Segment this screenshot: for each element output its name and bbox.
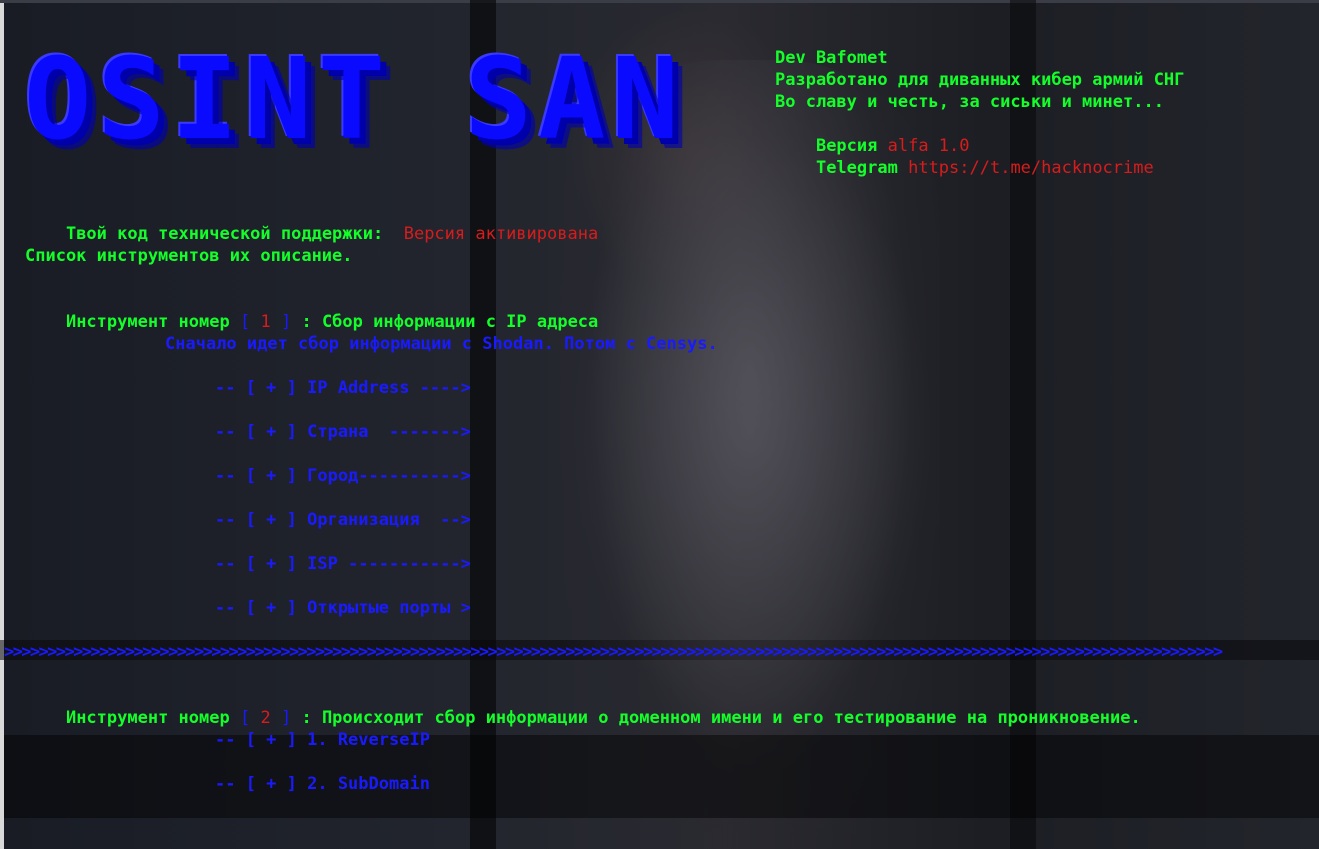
app-logo: OSINT SAN <box>24 35 685 165</box>
tool-2-item: -- [ + ] 2. SubDomain <box>215 774 430 794</box>
tool-1-item: -- [ + ] IP Address ----> <box>215 378 471 398</box>
tools-list-heading: Список инструментов их описание. <box>25 246 353 266</box>
telegram-line: Telegram https://t.me/hacknocrime <box>775 135 1154 201</box>
bracket-open: [ <box>239 708 251 728</box>
separator-line: >>>>>>>>>>>>>>>>>>>>>>>>>>>>>>>>>>>>>>>>… <box>4 642 1223 662</box>
tool-1-item: -- [ + ] Город----------> <box>215 466 471 486</box>
tool-prefix: Инструмент номер <box>65 708 230 728</box>
tool-number: 1 <box>260 312 271 332</box>
support-code-value: Версия активирована <box>403 224 599 244</box>
bracket-close: ] <box>280 312 292 332</box>
tool-2-header: Инструмент номер [ 2 ] : Происходит сбор… <box>25 685 1141 751</box>
telegram-link[interactable]: https://t.me/hacknocrime <box>908 158 1154 178</box>
tool-number: 2 <box>260 708 271 728</box>
terminal-window: OSINT SAN Dev Bafomet Разработано для ди… <box>0 0 1319 849</box>
bracket-close: ] <box>280 708 292 728</box>
tool-1-item: -- [ + ] Страна -------> <box>215 422 471 442</box>
tool-1-item: -- [ + ] Открытые порты > <box>215 598 471 618</box>
support-code-label: Твой код технической поддержки: <box>65 224 384 244</box>
background-window-frame-left <box>0 0 4 849</box>
telegram-label: Telegram <box>815 158 898 178</box>
glory-text: Во славу и честь, за сиськи и минет... <box>775 92 1164 112</box>
tool-description: : Сбор информации с IP адреса <box>301 312 599 332</box>
bracket-open: [ <box>239 312 251 332</box>
tool-1-item: -- [ + ] Организация --> <box>215 510 471 530</box>
developed-for-text: Разработано для диванных кибер армий СНГ <box>775 70 1185 90</box>
tool-prefix: Инструмент номер <box>65 312 230 332</box>
dev-credit: Dev Bafomet <box>775 48 888 68</box>
tool-1-item: -- [ + ] ISP -----------> <box>215 554 471 574</box>
tool-2-item: -- [ + ] 1. ReverseIP <box>215 730 430 750</box>
tool-description: : Происходит сбор информации о доменном … <box>301 708 1141 728</box>
background-window-frame-top <box>0 0 1319 3</box>
tool-1-note: Сначало идет сбор информации с Shodan. П… <box>165 334 718 354</box>
